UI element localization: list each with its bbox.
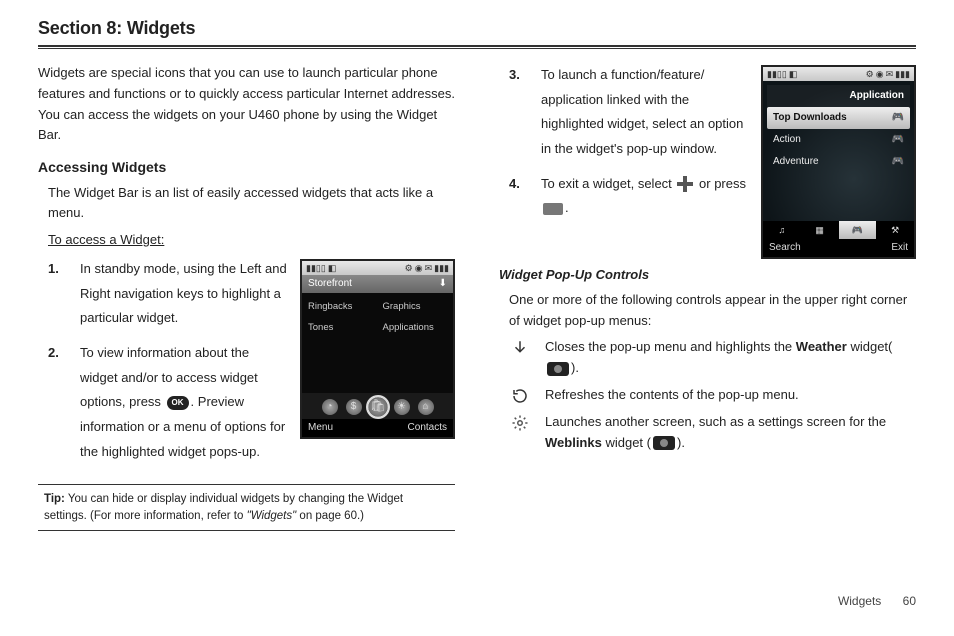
storefront-item: Tones xyxy=(308,320,373,335)
controller-icon: 🎮 xyxy=(892,154,904,170)
popup-body: One or more of the following controls ap… xyxy=(509,290,916,332)
rule-top-thin xyxy=(38,48,916,49)
step3-text: To launch a function/feature/ applicatio… xyxy=(541,63,751,162)
softkey-left: Menu xyxy=(308,420,333,436)
app-row-highlighted: Top Downloads🎮 xyxy=(767,107,910,129)
bars-icon: ◧ xyxy=(789,67,798,81)
app-row: Adventure🎮 xyxy=(767,151,910,173)
tab-picture-icon: ▦ xyxy=(801,221,839,239)
signal-icon: ▮▮▯▯ xyxy=(306,261,326,275)
controller-icon: 🎮 xyxy=(892,132,904,148)
storefront-header: Storefront ⬇ xyxy=(302,275,453,293)
widget-icon: $ xyxy=(346,399,362,415)
tip-box: Tip: You can hide or display individual … xyxy=(38,484,455,530)
left-column: Widgets are special icons that you can u… xyxy=(38,63,455,531)
bt-icon: ⚙ xyxy=(405,261,413,275)
softkey-right: Exit xyxy=(891,240,908,256)
softkey-left: Search xyxy=(769,240,801,256)
phone-screenshot-application: ▮▮▯▯ ◧ ⚙ ◉ ✉ ▮▮▮ Application Top Downlo xyxy=(761,65,916,259)
close-down-icon xyxy=(509,337,531,357)
widget-icon: ☀ xyxy=(394,399,410,415)
ok-button-icon: OK xyxy=(167,396,189,410)
phone-screenshot-storefront: ▮▮▯▯ ◧ ⚙ ◉ ✉ ▮▮▮ Storefront ⬇ xyxy=(300,259,455,439)
refresh-icon xyxy=(509,385,531,405)
bt-icon: ⚙ xyxy=(866,67,874,81)
storefront-item: Graphics xyxy=(383,299,448,314)
accessing-body: The Widget Bar is an list of easily acce… xyxy=(48,183,455,225)
section-title: Section 8: Widgets xyxy=(38,18,916,39)
tip-text-end: on page 60.) xyxy=(299,510,364,522)
tip-reference: "Widgets" xyxy=(247,510,297,522)
rule-top xyxy=(38,45,916,47)
page-number: 60 xyxy=(903,594,916,608)
accessing-widgets-heading: Accessing Widgets xyxy=(38,156,455,178)
to-access-link: To access a Widget: xyxy=(48,230,455,251)
app-row: Action🎮 xyxy=(767,129,910,151)
tip-label: Tip: xyxy=(44,493,65,505)
bars-icon: ◧ xyxy=(328,261,337,275)
tab-games-icon: 🎮 xyxy=(839,221,877,239)
status-bar: ▮▮▯▯ ◧ ⚙ ◉ ✉ ▮▮▮ xyxy=(763,67,914,81)
ctrl-launch-text: Launches another screen, such as a setti… xyxy=(545,412,916,454)
sound-icon: ◉ xyxy=(876,67,884,81)
page-footer: Widgets 60 xyxy=(838,594,916,608)
gear-icon xyxy=(509,412,531,432)
right-column: ▮▮▯▯ ◧ ⚙ ◉ ✉ ▮▮▮ Application Top Downlo xyxy=(499,63,916,531)
signal-icon: ▮▮▯▯ xyxy=(767,67,787,81)
weblinks-widget-icon xyxy=(653,436,675,450)
widget-icon-selected: 🛍 xyxy=(368,397,387,416)
softkey-right: Contacts xyxy=(408,420,447,436)
step4-text: To exit a widget, select or press . xyxy=(541,172,751,221)
sound-icon: ◉ xyxy=(415,261,423,275)
footer-label: Widgets xyxy=(838,594,881,608)
ctrl-close-text: Closes the pop-up menu and highlights th… xyxy=(545,337,916,379)
intro-paragraph: Widgets are special icons that you can u… xyxy=(38,63,455,146)
storefront-item: Applications xyxy=(383,320,448,335)
step1-text: In standby mode, using the Left and Righ… xyxy=(80,257,290,331)
tab-music-icon: ♫ xyxy=(763,221,801,239)
tab-bar: ♫ ▦ 🎮 ⚒ xyxy=(763,221,914,239)
widget-icon: ⌂ xyxy=(418,399,434,415)
end-key-icon xyxy=(543,203,563,215)
down-arrow-icon: ⬇ xyxy=(439,276,447,292)
tab-tools-icon: ⚒ xyxy=(876,221,914,239)
step-number: 1. xyxy=(48,257,66,331)
widget-icon: ◔ xyxy=(322,399,338,415)
status-bar: ▮▮▯▯ ◧ ⚙ ◉ ✉ ▮▮▮ xyxy=(302,261,453,275)
widget-bar: ◔ $ 🛍 ☀ ⌂ xyxy=(302,393,453,419)
step2-text: To view information about the widget and… xyxy=(80,341,290,464)
dpad-icon xyxy=(677,176,693,192)
step-number: 2. xyxy=(48,341,66,464)
step-number: 3. xyxy=(509,63,527,162)
battery-icon: ▮▮▮ xyxy=(434,261,449,275)
ctrl-refresh-text: Refreshes the contents of the pop-up men… xyxy=(545,385,916,406)
popup-controls-heading: Widget Pop-Up Controls xyxy=(499,265,916,286)
storefront-title: Storefront xyxy=(308,276,352,292)
msg-icon: ✉ xyxy=(425,261,433,275)
category-header: Application xyxy=(767,85,910,107)
msg-icon: ✉ xyxy=(886,67,894,81)
weather-widget-icon xyxy=(547,362,569,376)
battery-icon: ▮▮▮ xyxy=(895,67,910,81)
storefront-item: Ringbacks xyxy=(308,299,373,314)
controller-icon: 🎮 xyxy=(892,110,904,126)
step-number: 4. xyxy=(509,172,527,221)
